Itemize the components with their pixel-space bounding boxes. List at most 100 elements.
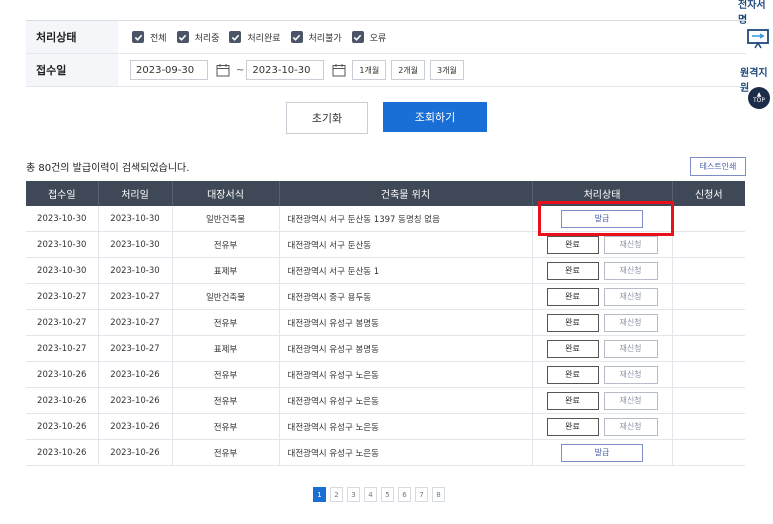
table-row[interactable]: 2023-10-26 2023-10-26 전유부 대전광역시 유성구 노은동 발급: [26, 439, 745, 466]
page-button-1[interactable]: 1: [313, 487, 326, 502]
table-row[interactable]: 2023-10-27 2023-10-27 전유부 대전광역시 유성구 봉명동 완료 재신…: [26, 309, 745, 336]
page-button-6[interactable]: 6: [398, 487, 411, 502]
complete-button[interactable]: 완료: [546, 391, 599, 410]
checkmark-icon[interactable]: [229, 31, 242, 43]
reapply-button[interactable]: 재신청: [603, 287, 658, 306]
checkmark-icon[interactable]: [290, 31, 303, 43]
remote-support-icon[interactable]: [746, 28, 770, 50]
page-button-4[interactable]: 4: [364, 487, 377, 502]
complete-button[interactable]: 완료: [546, 417, 599, 436]
application-cell: [672, 335, 745, 362]
reapply-button[interactable]: 재신청: [603, 313, 658, 332]
table-row[interactable]: 2023-10-27 2023-10-27 일반건축물 대전광역시 중구 용두동 완료 재…: [26, 283, 745, 310]
received-date-cell: 2023-10-26: [26, 439, 99, 466]
reset-button[interactable]: 초기화: [286, 102, 368, 134]
status-checkbox[interactable]: 처리불가: [290, 31, 342, 44]
checkmark-icon[interactable]: [132, 31, 144, 43]
test-print-button[interactable]: 테스트인쇄: [690, 157, 746, 176]
application-cell: [672, 309, 745, 336]
status-checkbox-label: 처리완료: [247, 33, 281, 44]
complete-button[interactable]: 완료: [546, 313, 599, 332]
table-row[interactable]: 2023-10-26 2023-10-26 전유부 대전광역시 유성구 노은동 완료 재신…: [26, 361, 745, 388]
received-date-cell: 2023-10-26: [26, 413, 99, 440]
status-cell: 완료 재신청: [532, 283, 673, 310]
complete-button[interactable]: 완료: [546, 365, 599, 384]
status-actions: 완료 재신청: [533, 261, 672, 280]
form-type-cell: 전유부: [172, 439, 280, 466]
date-filter-row: 접수일 2023-09-30 ~ 2023-10-30 1개월 2개월 3개월: [26, 54, 746, 87]
processed-date-cell: 2023-10-27: [98, 335, 173, 362]
status-cell: 완료 재신청: [532, 361, 673, 388]
status-cell: 완료 재신청: [532, 257, 673, 284]
status-checkbox[interactable]: 처리중: [176, 31, 220, 44]
form-type-cell: 전유부: [172, 387, 280, 414]
reapply-button[interactable]: 재신청: [603, 235, 658, 254]
issue-button[interactable]: 발급: [561, 209, 643, 228]
table-row[interactable]: 2023-10-30 2023-10-30 전유부 대전광역시 서구 둔산동 완료 재신청: [26, 231, 745, 258]
date-separator: ~: [236, 64, 245, 76]
reapply-button[interactable]: 재신청: [603, 365, 658, 384]
table-row[interactable]: 2023-10-27 2023-10-27 표제부 대전광역시 유성구 봉명동 완료 재신…: [26, 335, 745, 362]
status-checkbox[interactable]: 오류: [351, 31, 387, 44]
calendar-icon[interactable]: [216, 63, 230, 77]
date-range: 2023-09-30 ~ 2023-10-30 1개월 2개월 3개월: [118, 60, 469, 80]
date-to-input[interactable]: 2023-10-30: [246, 60, 325, 80]
table-row[interactable]: 2023-10-26 2023-10-26 전유부 대전광역시 유성구 노은동 완료 재신…: [26, 413, 745, 440]
status-cell: 발급: [532, 206, 673, 232]
received-date-cell: 2023-10-30: [26, 206, 99, 232]
status-cell: 완료 재신청: [532, 387, 673, 414]
column-header: 처리일: [98, 181, 173, 206]
calendar-icon[interactable]: [332, 63, 346, 77]
table-row[interactable]: 2023-10-30 2023-10-30 일반건축물 대전광역시 서구 둔산동 13…: [26, 206, 745, 232]
status-actions: 발급: [533, 443, 672, 462]
search-button[interactable]: 조회하기: [383, 102, 487, 132]
application-cell: [672, 361, 745, 388]
building-location-cell: 대전광역시 서구 둔산동 1: [279, 257, 533, 284]
received-date-cell: 2023-10-26: [26, 361, 99, 388]
status-checkbox-label: 처리중: [194, 33, 220, 44]
page-button-2[interactable]: 2: [330, 487, 343, 502]
processed-date-cell: 2023-10-30: [98, 257, 173, 284]
status-checkbox-label: 전체: [150, 33, 167, 44]
status-actions: 완료 재신청: [533, 313, 672, 332]
page-button-8[interactable]: 8: [432, 487, 445, 502]
status-checkbox[interactable]: 전체: [132, 31, 167, 44]
complete-button[interactable]: 완료: [546, 235, 599, 254]
processed-date-cell: 2023-10-26: [98, 361, 173, 388]
page-button-3[interactable]: 3: [347, 487, 360, 502]
checkmark-icon[interactable]: [351, 31, 364, 43]
reapply-button[interactable]: 재신청: [603, 339, 658, 358]
building-location-cell: 대전광역시 유성구 봉명동: [279, 309, 533, 336]
page-button-5[interactable]: 5: [381, 487, 394, 502]
page-button-7[interactable]: 7: [415, 487, 428, 502]
status-checkbox-label: 오류: [369, 33, 387, 44]
reapply-button[interactable]: 재신청: [603, 417, 658, 436]
reapply-button[interactable]: 재신청: [603, 261, 658, 280]
processed-date-cell: 2023-10-30: [98, 231, 173, 258]
received-date-cell: 2023-10-30: [26, 257, 99, 284]
scroll-top-button[interactable]: ▲ TOP: [748, 87, 770, 109]
period-button[interactable]: 2개월: [391, 60, 426, 80]
reapply-button[interactable]: 재신청: [603, 391, 658, 410]
date-filter-label: 접수일: [26, 54, 118, 86]
column-header: 접수일: [26, 181, 99, 206]
column-header: 건축물 위치: [279, 181, 533, 206]
table-row[interactable]: 2023-10-26 2023-10-26 전유부 대전광역시 유성구 노은동 완료 재신…: [26, 387, 745, 414]
issue-button[interactable]: 발급: [561, 443, 643, 462]
period-button[interactable]: 3개월: [430, 60, 464, 80]
checkmark-icon[interactable]: [176, 31, 189, 43]
period-button[interactable]: 1개월: [352, 60, 387, 80]
table-row[interactable]: 2023-10-30 2023-10-30 표제부 대전광역시 서구 둔산동 1 완료 재…: [26, 257, 745, 284]
complete-button[interactable]: 완료: [546, 339, 599, 358]
form-type-cell: 일반건축물: [172, 206, 280, 232]
status-checkbox[interactable]: 처리완료: [229, 31, 281, 44]
form-type-cell: 표제부: [172, 335, 280, 362]
date-from-input[interactable]: 2023-09-30: [130, 60, 208, 80]
form-type-cell: 전유부: [172, 231, 280, 258]
complete-button[interactable]: 완료: [546, 287, 599, 306]
processed-date-cell: 2023-10-30: [98, 206, 173, 232]
top-label: TOP: [752, 97, 765, 104]
status-actions: 완료 재신청: [533, 417, 672, 436]
complete-button[interactable]: 완료: [546, 261, 599, 280]
received-date-cell: 2023-10-27: [26, 335, 99, 362]
